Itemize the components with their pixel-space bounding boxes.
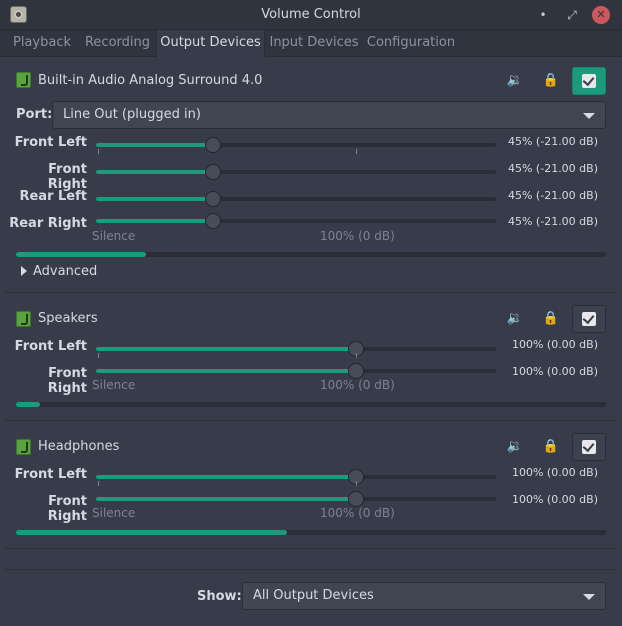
- channel-label: Rear Left: [19, 189, 87, 204]
- channel-volume-text: 100% (0.00 dB): [511, 493, 598, 506]
- slider-knob[interactable]: [205, 164, 221, 180]
- mute-speaker-icon[interactable]: 🔉: [506, 438, 524, 456]
- slider-knob[interactable]: [205, 213, 221, 229]
- lock-channels-icon[interactable]: 🔒: [542, 438, 560, 456]
- advanced-expander[interactable]: Advanced: [21, 264, 97, 279]
- scale-silence-label: Silence: [92, 506, 136, 520]
- scale-tick: [98, 353, 99, 358]
- channel-label: Front Left: [14, 467, 87, 482]
- scale-tick: [98, 481, 99, 486]
- tab-input-devices[interactable]: Input Devices: [266, 30, 362, 57]
- show-filter-value: All Output Devices: [253, 588, 374, 603]
- divider: [4, 548, 618, 549]
- scale-100-label: 100% (0 dB): [320, 229, 395, 243]
- channel-label: Rear Right: [9, 216, 87, 231]
- dropdown-arrow-icon: [583, 594, 595, 600]
- check-icon: [582, 74, 596, 88]
- peak-level-meter: [16, 402, 606, 407]
- scale-tick: [356, 353, 357, 358]
- channel-slider-rear-right[interactable]: [96, 213, 496, 229]
- channel-slider-front-left[interactable]: [96, 137, 496, 153]
- channel-volume-text: 45% (-21.00 dB): [507, 189, 598, 202]
- peak-level-meter: [16, 530, 606, 535]
- set-default-toggle[interactable]: [572, 433, 606, 461]
- minimize-button[interactable]: •: [533, 5, 553, 25]
- tab-recording[interactable]: Recording: [80, 30, 155, 57]
- scale-100-label: 100% (0 dB): [320, 506, 395, 520]
- slider-knob[interactable]: [348, 363, 364, 379]
- channel-slider-rear-left[interactable]: [96, 191, 496, 207]
- mute-speaker-icon[interactable]: 🔉: [506, 310, 524, 328]
- titlebar: Volume Control • ⤢ ✕: [0, 0, 622, 30]
- lock-channels-icon[interactable]: 🔒: [542, 310, 560, 328]
- channel-volume-text: 100% (0.00 dB): [511, 338, 598, 351]
- divider: [4, 420, 618, 421]
- footer: Show: All Output Devices: [4, 569, 618, 622]
- show-filter-select[interactable]: All Output Devices: [242, 582, 606, 610]
- maximize-button[interactable]: ⤢: [562, 5, 582, 25]
- set-default-toggle[interactable]: [572, 305, 606, 333]
- scale-silence-label: Silence: [92, 229, 136, 243]
- peak-level-meter: [16, 252, 606, 257]
- scale-tick: [356, 149, 357, 154]
- set-default-toggle[interactable]: [572, 67, 606, 95]
- tab-playback[interactable]: Playback: [4, 30, 80, 57]
- sound-card-icon: [16, 439, 31, 455]
- sound-card-icon: [16, 311, 31, 327]
- slider-knob[interactable]: [205, 191, 221, 207]
- channel-label: Front Left: [14, 339, 87, 354]
- scale-tick: [356, 481, 357, 486]
- mute-speaker-icon[interactable]: 🔉: [506, 72, 524, 90]
- divider: [4, 292, 618, 293]
- scale-100-label: 100% (0 dB): [320, 378, 395, 392]
- lock-channels-icon[interactable]: 🔒: [542, 72, 560, 90]
- device-name: Headphones: [38, 439, 120, 454]
- scale-silence-label: Silence: [92, 378, 136, 392]
- show-label: Show:: [197, 589, 242, 604]
- channel-slider-front-left[interactable]: [96, 469, 496, 485]
- dropdown-arrow-icon: [583, 113, 595, 119]
- channel-volume-text: 45% (-21.00 dB): [507, 135, 598, 148]
- slider-knob[interactable]: [348, 491, 364, 507]
- port-select[interactable]: Line Out (plugged in): [52, 101, 606, 129]
- advanced-label: Advanced: [33, 264, 98, 279]
- channel-slider-front-right[interactable]: [96, 363, 496, 379]
- channel-slider-front-right[interactable]: [96, 491, 496, 507]
- channel-label: Front Right: [47, 366, 87, 396]
- close-button[interactable]: ✕: [592, 6, 610, 24]
- channel-label: Front Right: [47, 162, 87, 192]
- channel-volume-text: 45% (-21.00 dB): [507, 215, 598, 228]
- tab-configuration[interactable]: Configuration: [362, 30, 460, 57]
- expand-arrow-icon: [21, 266, 27, 276]
- slider-knob[interactable]: [205, 137, 221, 153]
- port-select-value: Line Out (plugged in): [63, 107, 201, 122]
- check-icon: [582, 440, 596, 454]
- tab-bar: Playback Recording Output Devices Input …: [0, 30, 622, 58]
- channel-volume-text: 45% (-21.00 dB): [507, 162, 598, 175]
- window-title: Volume Control: [261, 7, 361, 22]
- channel-label: Front Right: [47, 494, 87, 524]
- device-name: Built-in Audio Analog Surround 4.0: [38, 73, 263, 88]
- channel-volume-text: 100% (0.00 dB): [511, 466, 598, 479]
- port-label: Port:: [16, 107, 53, 122]
- check-icon: [582, 312, 596, 326]
- channel-volume-text: 100% (0.00 dB): [511, 365, 598, 378]
- device-name: Speakers: [38, 311, 98, 326]
- channel-label: Front Left: [14, 135, 87, 150]
- scale-tick: [98, 149, 99, 154]
- tab-output-devices[interactable]: Output Devices: [156, 30, 265, 58]
- channel-slider-front-right[interactable]: [96, 164, 496, 180]
- sound-card-icon: [16, 72, 31, 88]
- channel-slider-front-left[interactable]: [96, 341, 496, 357]
